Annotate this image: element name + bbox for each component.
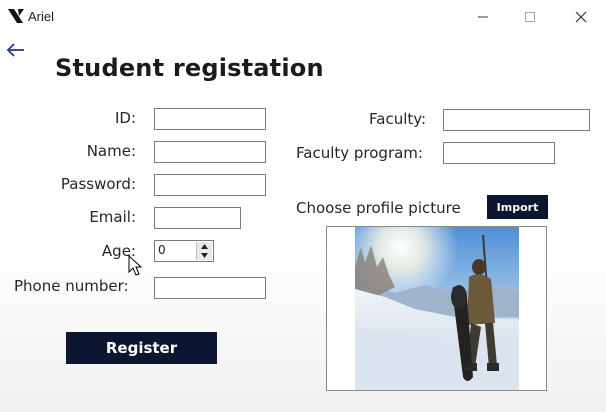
id-field[interactable] xyxy=(154,108,266,130)
name-label: Name: xyxy=(86,142,136,160)
email-field[interactable] xyxy=(154,207,241,229)
caret-up-icon xyxy=(201,244,208,249)
faculty-field[interactable] xyxy=(443,109,590,131)
minimize-button[interactable] xyxy=(460,0,506,34)
ariel-logo-icon xyxy=(8,9,24,23)
register-button[interactable]: Register xyxy=(66,332,217,364)
faculty-program-label: Faculty program: xyxy=(296,144,423,162)
minimize-icon xyxy=(478,16,488,18)
age-label: Age: xyxy=(101,242,136,260)
email-label: Email: xyxy=(89,208,136,226)
mouse-cursor-icon xyxy=(128,255,143,276)
phone-number-label: Phone number: xyxy=(14,277,129,295)
window-title: Ariel xyxy=(28,9,55,24)
age-decrement-button[interactable] xyxy=(197,251,212,260)
close-icon xyxy=(575,11,587,23)
faculty-label: Faculty: xyxy=(369,110,427,128)
age-stepper[interactable]: 0 xyxy=(154,240,214,262)
profile-photo xyxy=(355,227,519,390)
age-stepper-buttons xyxy=(196,242,212,260)
id-label: ID: xyxy=(114,109,136,127)
back-arrow-icon[interactable] xyxy=(6,42,26,58)
close-button[interactable] xyxy=(558,0,604,34)
maximize-icon xyxy=(525,12,535,22)
name-field[interactable] xyxy=(154,141,266,163)
maximize-button[interactable] xyxy=(507,0,553,34)
password-label: Password: xyxy=(60,175,136,193)
import-button[interactable]: Import xyxy=(487,195,548,219)
profile-picture-frame xyxy=(326,226,547,391)
choose-picture-label: Choose profile picture xyxy=(296,199,461,217)
faculty-program-field[interactable] xyxy=(443,142,555,164)
title-bar: Ariel xyxy=(0,0,606,34)
age-value: 0 xyxy=(158,243,166,257)
caret-down-icon xyxy=(201,253,208,258)
phone-number-field[interactable] xyxy=(154,277,266,299)
page-title: Student registation xyxy=(55,54,324,82)
password-field[interactable] xyxy=(154,174,266,196)
